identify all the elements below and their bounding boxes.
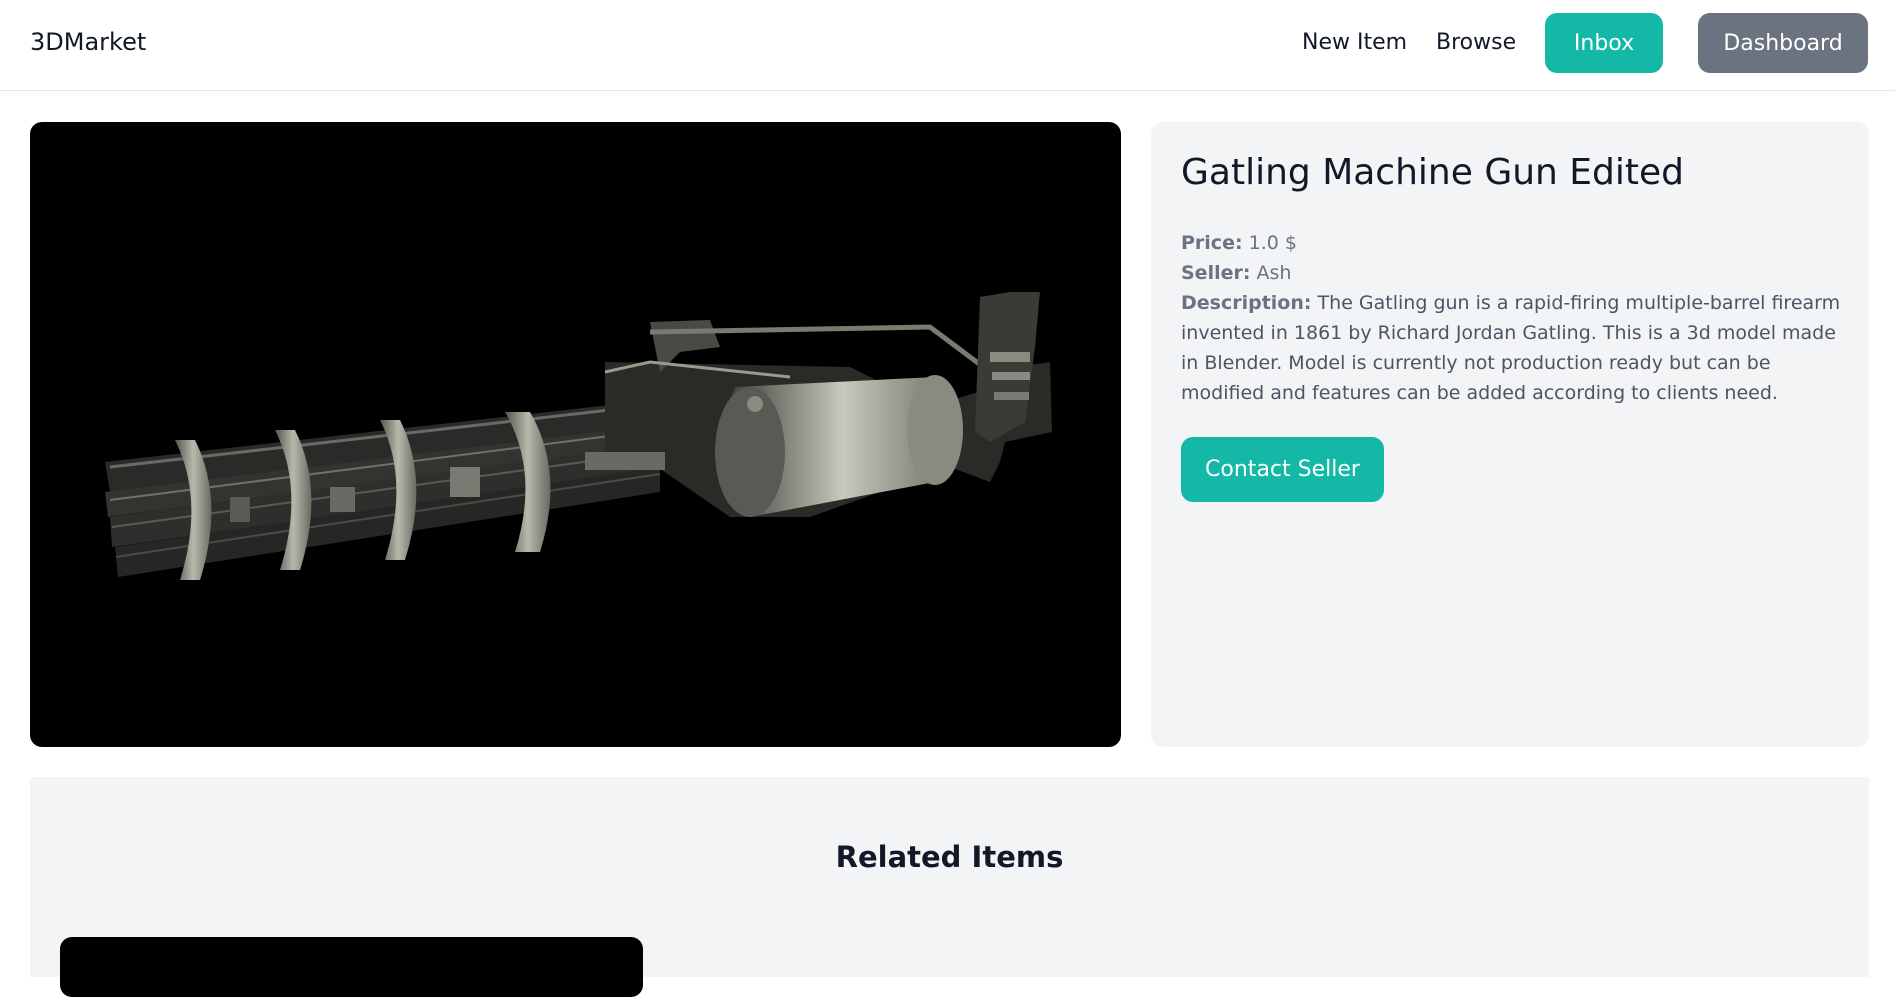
item-title: Gatling Machine Gun Edited	[1181, 152, 1685, 193]
description-label: Description:	[1181, 292, 1312, 314]
contact-seller-button[interactable]: Contact Seller	[1181, 437, 1384, 502]
price-value: 1.0 $	[1248, 232, 1297, 254]
brand-logo[interactable]: 3DMarket	[30, 28, 146, 56]
seller-value: Ash	[1256, 262, 1292, 284]
related-item-card[interactable]	[60, 937, 643, 997]
description-row: Description: The Gatling gun is a rapid-…	[1181, 288, 1851, 408]
gatling-gun-render	[105, 292, 1052, 580]
item-meta: Price: 1.0 $ Seller: Ash Description: Th…	[1181, 228, 1851, 408]
dashboard-button[interactable]: Dashboard	[1698, 13, 1868, 73]
ammo-drum	[715, 375, 963, 517]
price-label: Price:	[1181, 232, 1243, 254]
inbox-button[interactable]: Inbox	[1545, 13, 1663, 73]
related-items-title: Related Items	[835, 840, 1064, 874]
nav-new-item[interactable]: New Item	[1302, 30, 1407, 55]
seller-row: Seller: Ash	[1181, 258, 1851, 288]
price-row: Price: 1.0 $	[1181, 228, 1851, 258]
seller-label: Seller:	[1181, 262, 1251, 284]
model-viewer[interactable]	[30, 122, 1121, 747]
item-details-panel: Gatling Machine Gun Edited Price: 1.0 $ …	[1151, 122, 1869, 747]
top-navbar: 3DMarket New Item Browse Inbox Dashboard	[0, 0, 1895, 91]
nav-browse[interactable]: Browse	[1436, 30, 1516, 55]
related-items-section: Related Items	[30, 777, 1869, 997]
